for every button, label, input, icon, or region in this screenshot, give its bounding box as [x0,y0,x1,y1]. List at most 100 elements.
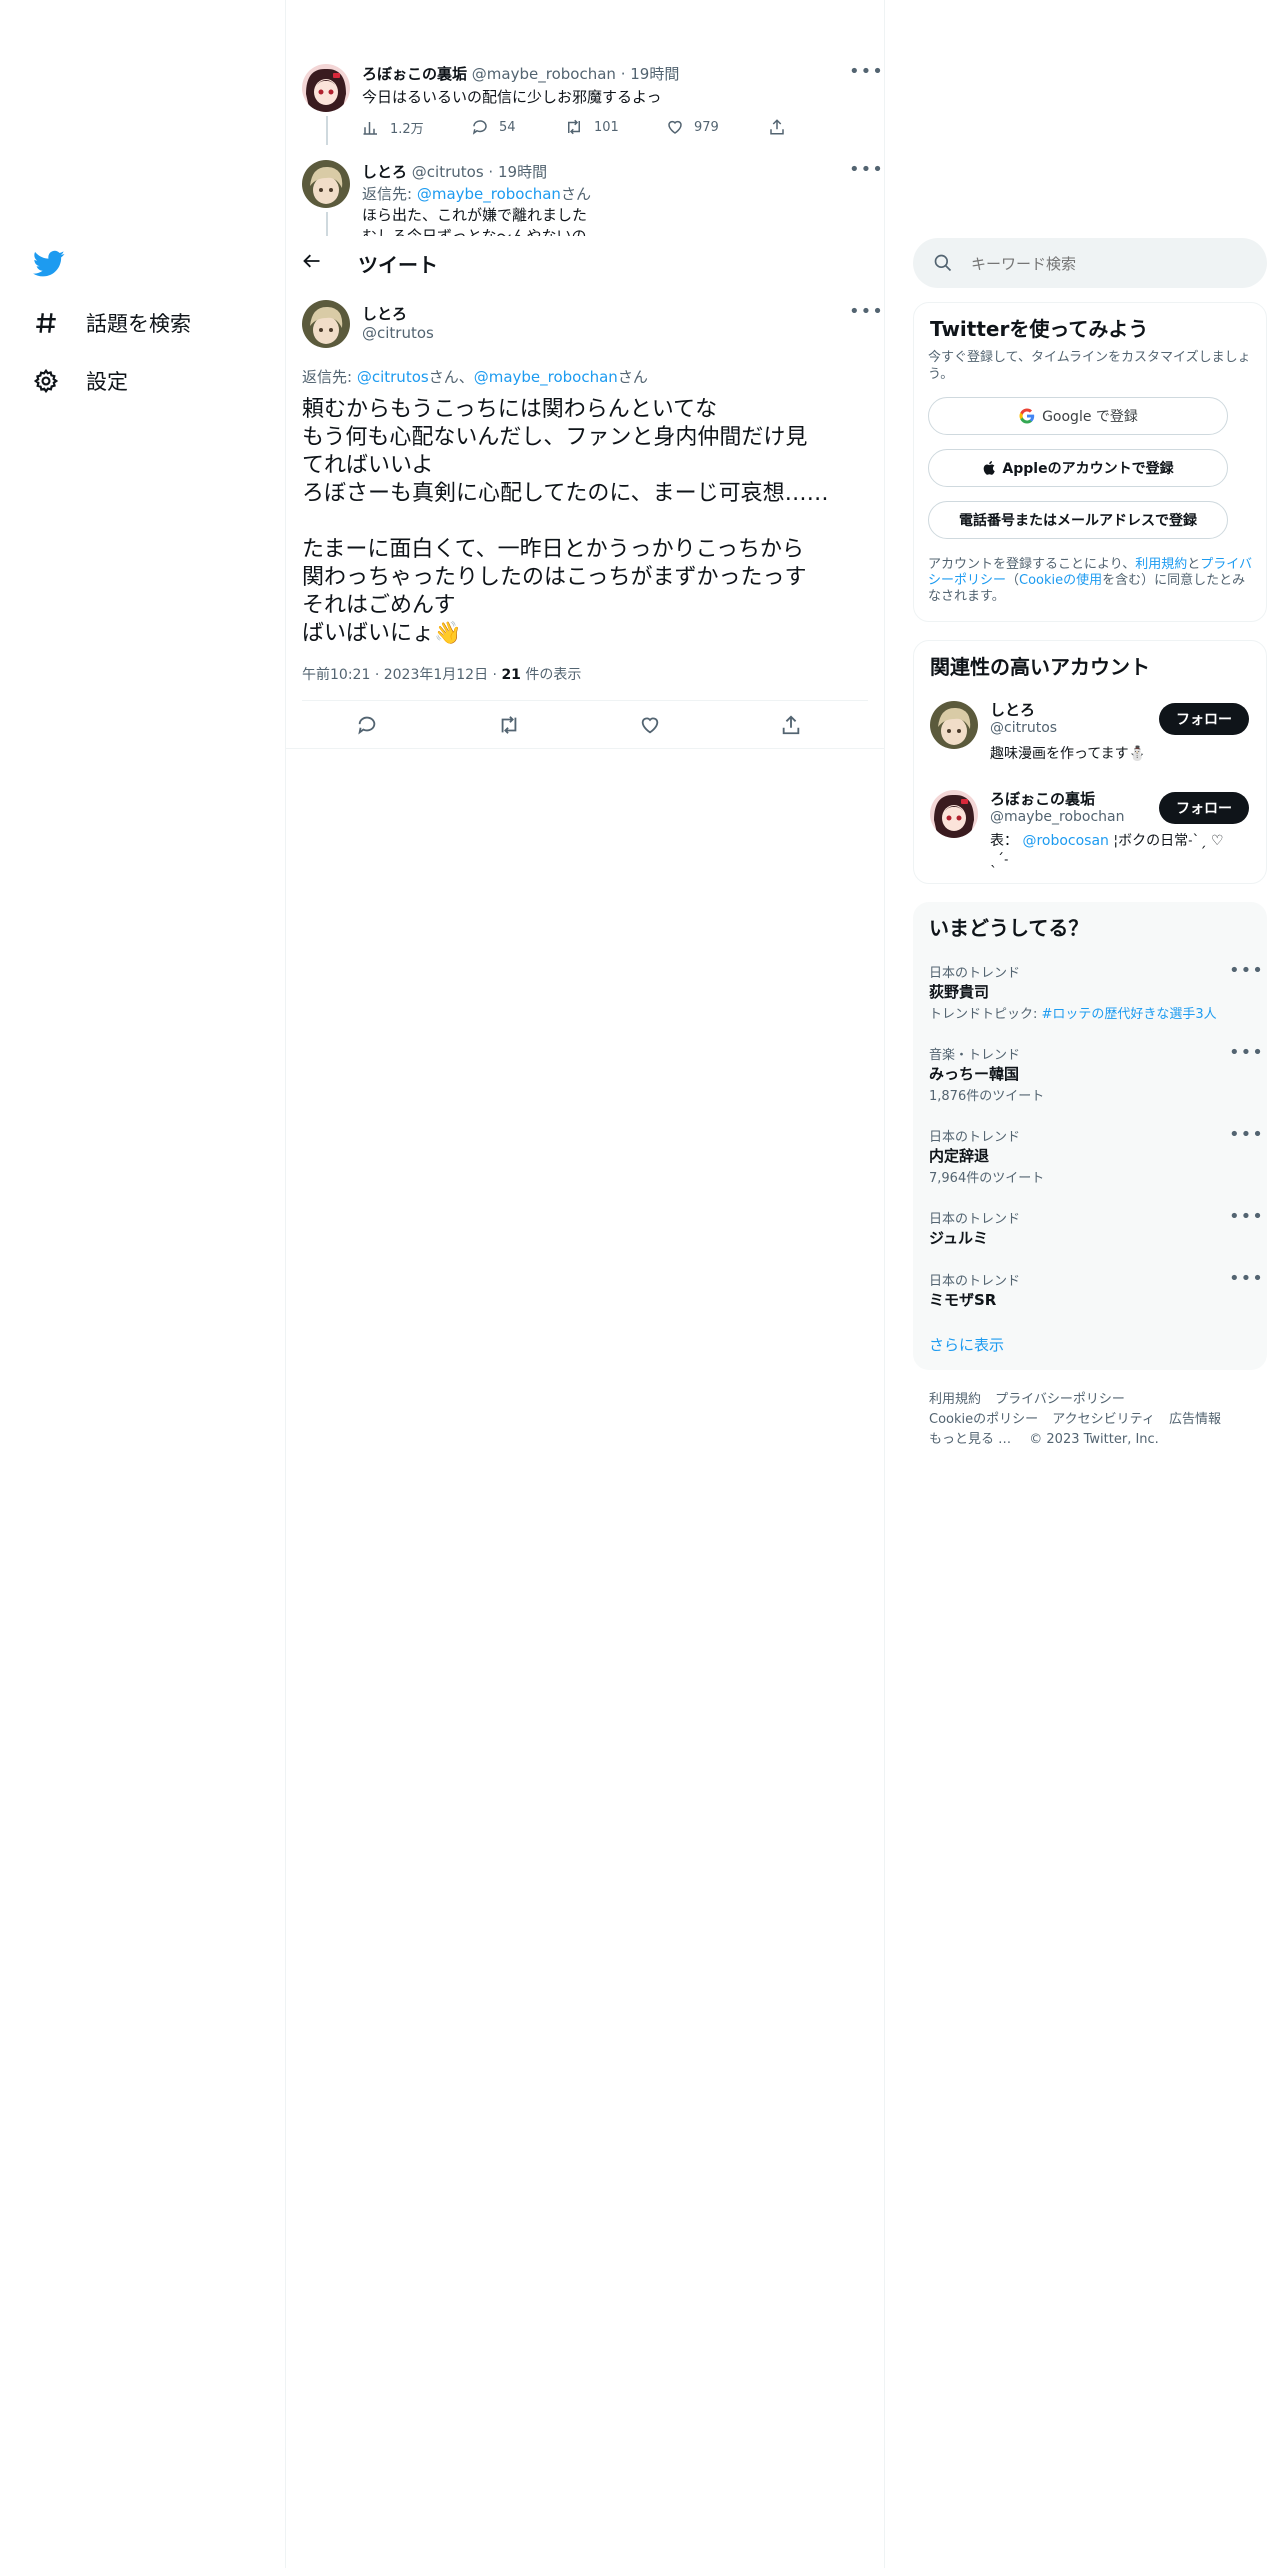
tweet-header: ろぼぉこの裏垢 @maybe_robochan · 19時間 [362,65,680,83]
trend-name: みっちー韓国 [929,1065,1020,1083]
thread-tweet[interactable]: ろぼぉこの裏垢 @maybe_robochan · 19時間 ••• 今日はるい… [286,50,884,145]
heart-icon[interactable] [639,714,661,740]
mention-link[interactable]: @maybe_robochan [474,368,618,386]
follow-button[interactable]: フォロー [1159,703,1249,735]
avatar[interactable] [930,790,978,838]
more-icon[interactable]: ••• [1229,1206,1264,1227]
search-box[interactable] [913,238,1267,288]
back-arrow-icon[interactable] [302,251,322,275]
phone-email-signup-button[interactable]: 電話番号またはメールアドレスで登録 [928,501,1228,539]
trends-title: いまどうしてる？ [929,916,1089,940]
twitter-logo-icon[interactable] [33,250,65,278]
page-title: ツイート [358,253,438,277]
terms-link[interactable]: 利用規約 [1135,557,1187,572]
trend-item[interactable]: 日本のトレンド 内定辞退 7,964件のツイート ••• [913,1122,1267,1196]
thread-line [326,116,328,145]
show-more-link[interactable]: さらに表示 [929,1334,1004,1355]
retweet-button[interactable]: 101 [564,118,619,136]
tweet-line: ろぼさーも真剣に心配してたのに、まーじ可哀想…… [302,481,829,506]
apple-signup-button[interactable]: Appleのアカウントで登録 [928,449,1228,487]
tweet-line: 関わっちゃったりしたのはこっちがまずかったっす [302,565,807,590]
account-row[interactable]: しとろ @citrutos 趣味漫画を作ってます⛄ フォロー [914,693,1268,773]
handle[interactable]: @citrutos [412,163,484,181]
avatar[interactable] [930,701,978,749]
mention-link[interactable]: @maybe_robochan [417,185,561,203]
focused-tweet: しとろ @citrutos ••• 返信先: @citrutosさん、@mayb… [286,290,884,749]
thread-tweet[interactable]: しとろ @citrutos · 19時間 ••• 返信先: @maybe_rob… [286,150,884,236]
views-button[interactable]: 1.2万 [362,118,424,137]
nav-item-label: 設定 [86,370,128,394]
trend-item[interactable]: 音楽・トレンド みっちー韓国 1,876件のツイート ••• [913,1040,1267,1114]
more-icon[interactable]: ••• [1229,960,1264,981]
mention-link[interactable]: @citrutos [357,368,429,386]
tweet-header: しとろ @citrutos · 19時間 [362,163,548,181]
timestamp[interactable]: 19時間 [498,163,547,181]
reply-button[interactable]: 54 [471,118,516,136]
search-input[interactable] [969,250,1253,278]
account-bio: 表： @robocosan ¦ボクの日常˗ˋˏ ♡ ˎˊ˗ [990,833,1224,868]
like-button[interactable]: 979 [666,118,719,136]
account-row[interactable]: ろぼぉこの裏垢 @maybe_robochan 表： @robocosan ¦ボ… [914,782,1268,877]
account-handle[interactable]: @maybe_robochan [990,809,1125,825]
tweet-line: それはごめんす [302,593,456,618]
more-icon[interactable]: ••• [849,301,884,322]
account-name[interactable]: しとろ [990,699,1035,720]
timestamp[interactable]: 19時間 [630,65,679,83]
views-count: 1.2万 [390,122,424,137]
search-icon [933,253,953,277]
gear-icon [30,365,62,397]
trend-item[interactable]: 日本のトレンド ミモザSR ••• [913,1266,1267,1322]
reply-icon[interactable] [356,714,378,740]
account-name[interactable]: ろぼぉこの裏垢 [990,788,1095,809]
footer-link[interactable]: Cookieのポリシー [929,1412,1038,1427]
tweet-date[interactable]: 2023年1月12日 [384,667,488,683]
footer-link[interactable]: 利用規約 [929,1392,981,1407]
display-name[interactable]: しとろ [362,303,407,324]
left-nav: 話題を検索 設定 [0,0,285,2568]
more-icon[interactable]: ••• [849,61,884,82]
trend-meta: 日本のトレンド [929,1130,1021,1145]
trend-meta: 音楽・トレンド [929,1048,1021,1063]
more-icon[interactable]: ••• [1229,1124,1264,1145]
more-icon[interactable]: ••• [1229,1268,1264,1289]
avatar[interactable] [302,64,350,112]
share-icon[interactable] [780,714,802,740]
copyright: © 2023 Twitter, Inc. [1029,1432,1159,1447]
reply-count: 54 [499,119,516,135]
trend-sub: トレンドトピック: #ロッテの歴代好きな選手3人 [929,1007,1217,1022]
display-name[interactable]: ろぼぉこの裏垢 [362,65,467,83]
retweet-icon[interactable] [497,714,521,740]
trend-item[interactable]: 日本のトレンド 荻野貴司 トレンドトピック: #ロッテの歴代好きな選手3人 ••… [913,958,1267,1032]
related-title: 関連性の高いアカウント [930,655,1150,679]
handle[interactable]: @citrutos [362,324,434,342]
account-handle[interactable]: @citrutos [990,720,1057,736]
nav-item-settings[interactable]: 設定 [30,365,128,397]
views-count: 21 [501,667,521,683]
avatar[interactable] [302,300,350,348]
nav-item-label: 話題を検索 [86,312,191,336]
more-icon[interactable]: ••• [1229,1042,1264,1063]
tweet-time[interactable]: 午前10:21 [302,667,370,683]
follow-button[interactable]: フォロー [1159,792,1249,824]
google-signup-button[interactable]: Google で登録 [928,397,1228,435]
footer-more-link[interactable]: もっと見る … [929,1432,1011,1447]
more-icon[interactable]: ••• [849,159,884,180]
hashtag-link[interactable]: #ロッテの歴代好きな選手3人 [1042,1007,1217,1022]
footer-link[interactable]: プライバシーポリシー [995,1392,1125,1407]
display-name[interactable]: しとろ [362,163,407,181]
trend-item[interactable]: 日本のトレンド ジュルミ ••• [913,1204,1267,1260]
cookie-link[interactable]: Cookieの使用 [1019,573,1102,588]
footer-link[interactable]: 広告情報 [1169,1412,1221,1427]
tweet-text: ほら出た、これが嫌で離れました むしろ今日ずっとな〜んやないの [362,206,588,236]
trend-meta: 日本のトレンド [929,1212,1021,1227]
center-column: ろぼぉこの裏垢 @maybe_robochan · 19時間 ••• 今日はるい… [285,0,885,2568]
avatar[interactable] [302,160,350,208]
footer-link[interactable]: アクセシビリティ [1052,1412,1155,1427]
like-count: 979 [694,119,719,135]
share-button[interactable] [768,118,796,136]
signup-card: Twitterを使ってみよう 今すぐ登録して、タイムラインをカスタマイズしましょ… [913,302,1267,622]
mention-link[interactable]: @robocosan [1022,833,1108,849]
nav-item-explore[interactable]: 話題を検索 [30,307,191,339]
reply-context: 返信先: @citrutosさん、@maybe_robochanさん [302,368,648,386]
handle[interactable]: @maybe_robochan [472,65,616,83]
